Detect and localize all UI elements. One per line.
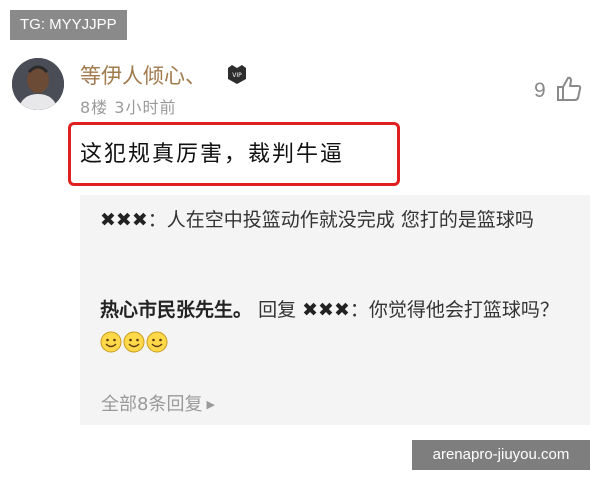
- thumbs-up-icon[interactable]: [554, 74, 584, 104]
- floor-number: 8楼: [80, 98, 109, 117]
- smiley-emoji-icon: [123, 331, 145, 353]
- reply-author[interactable]: 热心市民张先生。: [100, 299, 252, 321]
- like-count: 9: [534, 79, 546, 102]
- comment-text: 这犯规真厉害，裁判牛逼: [80, 142, 345, 167]
- comment-meta: 8楼 3小时前: [80, 94, 176, 118]
- reply-item[interactable]: 热心市民张先生。 回复 ✖✖✖：你觉得他会打篮球吗？: [100, 294, 570, 360]
- smiley-emoji-icon: [146, 331, 168, 353]
- reply-separator: ：: [349, 299, 369, 321]
- smiley-emoji-icon: [100, 331, 122, 353]
- chevron-right-icon: ▶: [206, 398, 215, 411]
- reply-content: 人在空中投篮动作就没完成 您打的是篮球吗: [166, 209, 534, 231]
- watermark-top-left: TG: MYYJJPP: [10, 10, 127, 40]
- reply-separator: ：: [147, 209, 167, 231]
- reply-word: 回复: [258, 299, 297, 321]
- username[interactable]: 等伊人倾心、: [80, 60, 206, 90]
- comment-time: 3小时前: [114, 98, 177, 117]
- vip-badge-icon: VIP: [228, 65, 246, 84]
- svg-text:VIP: VIP: [232, 72, 242, 79]
- reply-item[interactable]: ✖✖✖：人在空中投篮动作就没完成 您打的是篮球吗: [100, 204, 570, 237]
- reply-author[interactable]: ✖✖✖: [100, 209, 148, 231]
- avatar-image: [12, 58, 64, 110]
- watermark-bottom-right: arenapro-jiuyou.com: [412, 440, 590, 470]
- reply-target[interactable]: ✖✖✖: [302, 299, 350, 321]
- all-replies-label: 全部8条回复: [101, 394, 203, 415]
- view-all-replies-link[interactable]: 全部8条回复 ▶: [101, 390, 215, 416]
- reply-content: 你觉得他会打篮球吗？: [368, 299, 559, 321]
- avatar[interactable]: [12, 58, 64, 110]
